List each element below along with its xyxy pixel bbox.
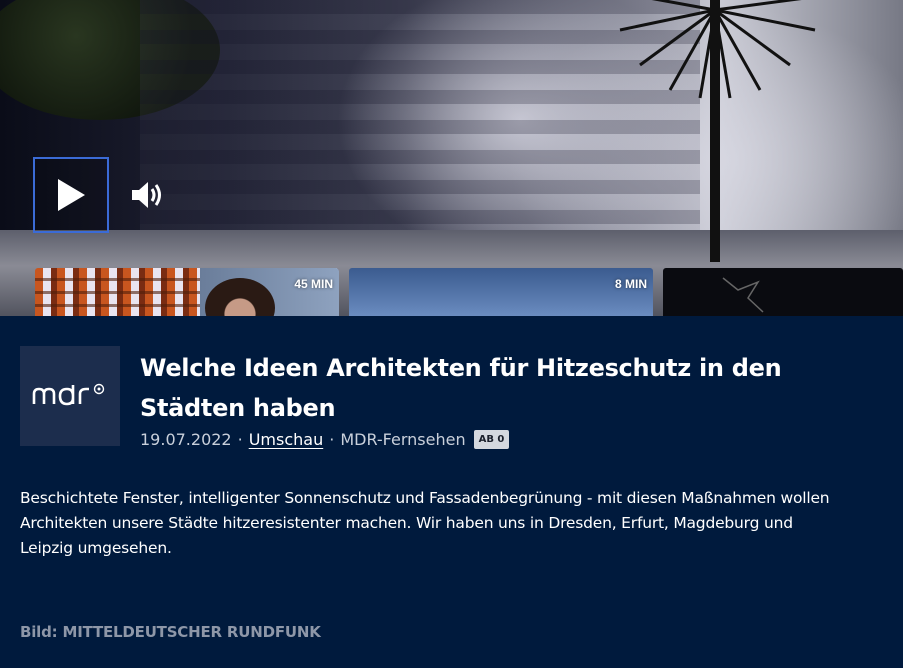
teaser-duration: 45 MIN — [294, 277, 333, 291]
meta-line: 19.07.2022 · Umschau · MDR-Fernsehen AB … — [140, 430, 510, 449]
volume-icon — [132, 182, 161, 208]
channel-name: MDR-Fernsehen — [340, 430, 466, 449]
show-link[interactable]: Umschau — [249, 430, 324, 449]
video-player[interactable]: 45 MIN 8 MIN — [0, 0, 903, 316]
volume-button[interactable] — [128, 175, 168, 215]
age-rating-badge: AB 0 — [473, 430, 510, 449]
description: Beschichtete Fenster, intelligenter Sonn… — [20, 489, 830, 557]
separator: · — [329, 430, 335, 449]
play-icon — [58, 179, 85, 211]
separator: · — [237, 430, 243, 449]
mdr-logo — [20, 346, 120, 446]
teaser-card[interactable]: 8 MIN — [349, 268, 653, 316]
teaser-card[interactable]: 45 MIN — [35, 268, 339, 316]
info-panel: Welche Ideen Architekten für Hitzeschutz… — [0, 316, 903, 668]
teaser-duration: 8 MIN — [614, 277, 647, 291]
mdr-logo-mark — [32, 383, 105, 406]
broadcast-date: 19.07.2022 — [140, 430, 232, 449]
teaser-card[interactable] — [663, 268, 903, 316]
play-button[interactable] — [33, 157, 109, 233]
page-title: Welche Ideen Architekten für Hitzeschutz… — [140, 354, 782, 422]
teaser-thumbnail — [722, 277, 764, 313]
sculpture-pole — [710, 0, 720, 262]
image-credit: Bild: MITTELDEUTSCHER RUNDFUNK — [20, 623, 321, 641]
